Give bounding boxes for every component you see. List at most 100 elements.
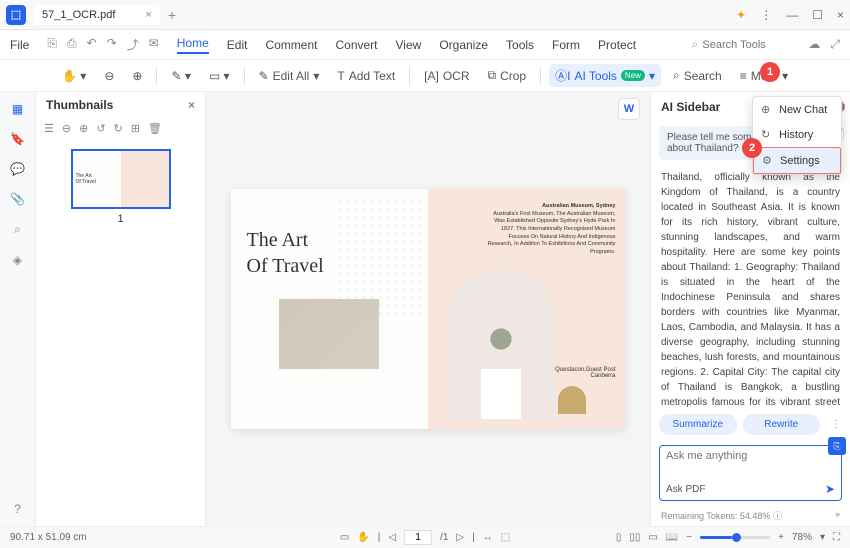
hand-icon[interactable]: ✋ xyxy=(357,532,369,543)
add-tab-button[interactable]: + xyxy=(168,7,176,23)
zoom-slider[interactable] xyxy=(700,536,770,539)
search-button[interactable]: ⌕ Search xyxy=(667,65,728,86)
menu-organize[interactable]: Organize xyxy=(439,38,488,52)
undo-icon[interactable]: ↶ xyxy=(87,36,97,53)
mail-icon[interactable]: ✉ xyxy=(149,36,159,53)
menu-comment[interactable]: Comment xyxy=(265,38,317,52)
insert-icon[interactable]: ⊞ xyxy=(131,122,140,135)
thumbnails-panel: Thumbnails × ☰ ⊖ ⊕ ↺ ↻ ⊞ 🗑 The Art Of Tr… xyxy=(36,92,206,526)
page-thumbnail-1[interactable]: The Art Of Travel xyxy=(71,149,171,209)
shape-tool[interactable]: ▭ ▾ xyxy=(203,66,236,86)
menu-edit[interactable]: Edit xyxy=(227,38,248,52)
arch-frame xyxy=(446,269,556,419)
print-icon[interactable]: ⎙ xyxy=(67,36,77,53)
selection-tool-icon[interactable]: ▭ xyxy=(340,532,349,543)
zoom-out-thumb-icon[interactable]: ⊖ xyxy=(62,122,71,135)
crop-button[interactable]: ⧉ Crop xyxy=(482,65,533,86)
continuous-icon[interactable]: ▯▯ xyxy=(629,532,640,543)
plant-image xyxy=(466,299,536,379)
zoom-out-button[interactable]: ⊖ xyxy=(98,66,120,86)
rotate-left-icon[interactable]: ↺ xyxy=(96,122,105,135)
document-tab[interactable]: 57_1_OCR.pdf × xyxy=(34,5,160,25)
rewrite-button[interactable]: Rewrite xyxy=(743,414,821,435)
ai-sidebar-title: AI Sidebar xyxy=(661,100,720,114)
dropdown-settings[interactable]: ⚙ Settings xyxy=(753,147,841,174)
highlighter-tool[interactable]: ✎ ▾ xyxy=(165,66,196,86)
close-window-icon[interactable]: × xyxy=(837,8,844,22)
statusbar: 90.71 x 51.09 cm ▭ ✋ | ◁ /1 ▷ | ↔ ⬚ ▯ ▯▯… xyxy=(0,526,850,548)
fit-width-icon[interactable]: ↔ xyxy=(483,532,493,543)
cloud-icon[interactable]: ☁ xyxy=(808,37,820,52)
share-icon[interactable]: ⤴ xyxy=(127,36,139,53)
page-number-input[interactable] xyxy=(404,530,432,545)
dropdown-history[interactable]: ↻ History xyxy=(753,122,841,147)
zoom-in-button[interactable]: ⊕ xyxy=(126,66,148,86)
document-canvas[interactable]: W The Art Of Travel Australian Museum, S… xyxy=(206,92,650,526)
zoom-value: 78% xyxy=(792,532,812,543)
summarize-button[interactable]: Summarize xyxy=(659,414,737,435)
ai-input-box: Ask PDF ➤ xyxy=(659,445,842,501)
save-icon[interactable]: ⎘ xyxy=(47,36,57,53)
hand-tool[interactable]: ✋ ▾ xyxy=(56,66,92,86)
bookmark-icon[interactable]: 🔖 xyxy=(10,132,25,146)
zoom-out-status-icon[interactable]: − xyxy=(686,532,692,543)
word-export-icon[interactable]: W xyxy=(618,98,640,120)
minimize-icon[interactable]: — xyxy=(786,8,798,22)
sparkle-icon[interactable]: ✦ xyxy=(736,8,746,22)
zoom-in-status-icon[interactable]: + xyxy=(778,532,784,543)
next-page-icon[interactable]: ▷ xyxy=(456,532,464,543)
menubar: File ⎘ ⎙ ↶ ↷ ⤴ ✉ Home Edit Comment Conve… xyxy=(0,30,850,60)
expand-icon[interactable]: ⤢ xyxy=(830,37,840,52)
prev-page-icon[interactable]: ◁ xyxy=(388,532,396,543)
dropdown-new-chat[interactable]: ⊕ New Chat xyxy=(753,97,841,122)
single-page-icon[interactable]: ▯ xyxy=(616,532,622,543)
search-rail-icon[interactable]: ⌕ xyxy=(14,222,21,237)
list-icon[interactable]: ☰ xyxy=(44,122,54,135)
app-logo: ⬚ xyxy=(6,5,26,25)
fit-page-icon[interactable]: ⬚ xyxy=(501,532,510,543)
ai-tools-button[interactable]: ⒶI AI Tools New ▾ xyxy=(549,64,661,87)
thumbnail-tools: ☰ ⊖ ⊕ ↺ ↻ ⊞ 🗑 xyxy=(36,118,205,139)
help-icon[interactable]: ? xyxy=(14,502,21,516)
search-tools-input[interactable] xyxy=(702,39,782,51)
thumbnails-title: Thumbnails xyxy=(46,98,113,112)
two-page-icon[interactable]: ▭ xyxy=(648,532,657,543)
menu-convert[interactable]: Convert xyxy=(335,38,377,52)
caption-text: Questacon,Guest Post Canberra xyxy=(555,367,615,379)
menu-protect[interactable]: Protect xyxy=(598,38,636,52)
menu-tools[interactable]: Tools xyxy=(506,38,534,52)
menu-file[interactable]: File xyxy=(10,38,29,52)
close-panel-icon[interactable]: × xyxy=(188,98,195,112)
thumbnails-icon[interactable]: ▦ xyxy=(12,102,23,116)
add-text-button[interactable]: T Add Text xyxy=(331,66,401,86)
kebab-icon[interactable]: ⋮ xyxy=(760,8,772,22)
ai-actions-more[interactable]: ⋮ xyxy=(826,414,842,435)
edit-all-button[interactable]: ✎ Edit All ▾ xyxy=(253,66,326,86)
maximize-icon[interactable]: ☐ xyxy=(812,8,823,22)
ai-dropdown-menu: ⊕ New Chat ↻ History ⚙ Settings xyxy=(752,96,842,175)
fullscreen-icon[interactable]: ⛶ xyxy=(833,532,840,543)
info-icon[interactable]: ⓘ xyxy=(773,511,782,521)
attachment-icon[interactable]: 📎 xyxy=(10,192,25,206)
tokens-label: Remaining Tokens: xyxy=(661,511,737,521)
delete-icon[interactable]: 🗑 xyxy=(148,122,162,135)
redo-icon[interactable]: ↷ xyxy=(107,36,117,53)
dimensions-label: 90.71 x 51.09 cm xyxy=(10,532,87,543)
menu-view[interactable]: View xyxy=(396,38,422,52)
menu-home[interactable]: Home xyxy=(177,36,209,54)
ai-icon: ⒶI xyxy=(555,67,570,84)
reading-icon[interactable]: 📖 xyxy=(666,532,678,543)
expand-tokens-icon[interactable]: » xyxy=(835,509,840,522)
copy-icon[interactable]: ⎘ xyxy=(828,437,846,455)
menu-form[interactable]: Form xyxy=(552,38,580,52)
ocr-button[interactable]: [A] OCR xyxy=(418,66,475,86)
rotate-right-icon[interactable]: ↻ xyxy=(114,122,123,135)
thumbnail-page-number: 1 xyxy=(46,213,195,225)
comment-icon[interactable]: 💬 xyxy=(10,162,25,176)
ask-pdf-label[interactable]: Ask PDF xyxy=(666,484,705,495)
layers-icon[interactable]: ◈ xyxy=(13,253,22,267)
ai-text-input[interactable] xyxy=(666,450,835,462)
send-icon[interactable]: ➤ xyxy=(825,482,835,496)
zoom-in-thumb-icon[interactable]: ⊕ xyxy=(79,122,88,135)
close-tab-icon[interactable]: × xyxy=(145,9,151,21)
